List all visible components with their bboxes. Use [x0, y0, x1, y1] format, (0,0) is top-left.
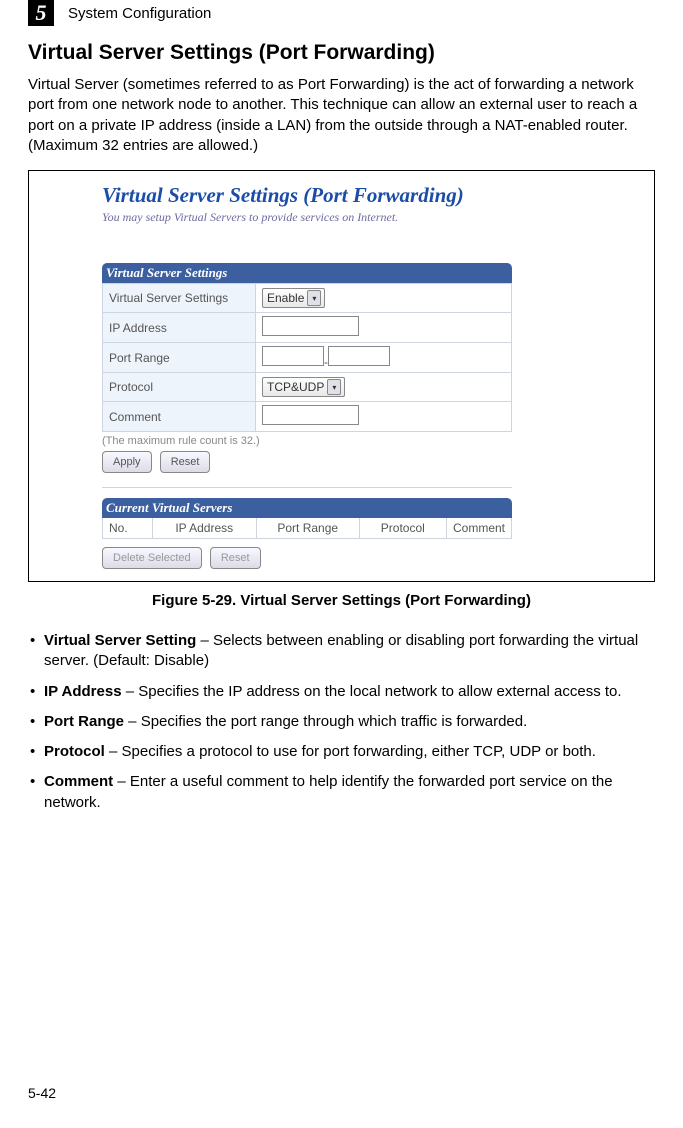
- reset-button-2[interactable]: Reset: [210, 547, 261, 569]
- reset-button[interactable]: Reset: [160, 451, 211, 473]
- section-title: Virtual Server Settings (Port Forwarding…: [28, 41, 655, 65]
- desc-port-range: – Specifies the port range through which…: [124, 713, 527, 730]
- label-protocol: Protocol: [103, 373, 256, 402]
- current-servers-table: No. IP Address Port Range Protocol Comme…: [102, 518, 512, 539]
- desc-protocol: – Specifies a protocol to use for port f…: [105, 743, 596, 760]
- figure-frame: Virtual Server Settings (Port Forwarding…: [28, 170, 655, 582]
- input-comment[interactable]: [262, 405, 359, 425]
- term-port-range: Port Range: [44, 713, 124, 730]
- figure-caption: Figure 5-29. Virtual Server Settings (Po…: [28, 592, 655, 609]
- label-port-range: Port Range: [103, 343, 256, 373]
- desc-comment: – Enter a useful comment to help identif…: [44, 773, 613, 810]
- chapter-number-badge: 5: [28, 0, 54, 26]
- list-item: IP Address – Specifies the IP address on…: [28, 682, 655, 702]
- row-protocol: Protocol TCP&UDP ▾: [103, 373, 512, 402]
- list-item: Protocol – Specifies a protocol to use f…: [28, 742, 655, 762]
- input-port-from[interactable]: [262, 346, 324, 366]
- panel-virtual-server-settings: Virtual Server Settings: [102, 263, 512, 283]
- chevron-down-icon: ▾: [327, 379, 341, 395]
- chapter-header: 5 System Configuration: [28, 0, 655, 26]
- select-protocol-value: TCP&UDP: [267, 380, 324, 394]
- list-item: Comment – Enter a useful comment to help…: [28, 772, 655, 813]
- delete-selected-button[interactable]: Delete Selected: [102, 547, 202, 569]
- note-max-rules: (The maximum rule count is 32.): [102, 435, 636, 447]
- row-ip: IP Address: [103, 313, 512, 343]
- col-port-range: Port Range: [256, 518, 359, 539]
- col-protocol: Protocol: [359, 518, 446, 539]
- term-vss: Virtual Server Setting: [44, 632, 196, 649]
- desc-ip: – Specifies the IP address on the local …: [122, 683, 622, 700]
- figure-title: Virtual Server Settings (Port Forwarding…: [102, 183, 636, 208]
- table-header-row: No. IP Address Port Range Protocol Comme…: [103, 518, 512, 539]
- col-no: No.: [103, 518, 153, 539]
- section-paragraph: Virtual Server (sometimes referred to as…: [28, 75, 655, 156]
- settings-table: Virtual Server Settings Enable ▾ IP Addr…: [102, 283, 512, 432]
- page-number: 5-42: [28, 1085, 56, 1101]
- label-vss: Virtual Server Settings: [103, 284, 256, 313]
- term-protocol: Protocol: [44, 743, 105, 760]
- row-vss: Virtual Server Settings Enable ▾: [103, 284, 512, 313]
- input-ip[interactable]: [262, 316, 359, 336]
- divider: [102, 487, 512, 488]
- bullet-list: Virtual Server Setting – Selects between…: [28, 631, 655, 813]
- list-item: Port Range – Specifies the port range th…: [28, 712, 655, 732]
- chevron-down-icon: ▾: [307, 290, 321, 306]
- label-ip: IP Address: [103, 313, 256, 343]
- select-vss-value: Enable: [267, 291, 304, 305]
- apply-button[interactable]: Apply: [102, 451, 152, 473]
- term-comment: Comment: [44, 773, 113, 790]
- panel-current-virtual-servers: Current Virtual Servers: [102, 498, 512, 518]
- figure-subtitle: You may setup Virtual Servers to provide…: [102, 210, 636, 225]
- select-protocol[interactable]: TCP&UDP ▾: [262, 377, 345, 397]
- label-comment: Comment: [103, 402, 256, 432]
- term-ip: IP Address: [44, 683, 122, 700]
- input-port-to[interactable]: [328, 346, 390, 366]
- chapter-title: System Configuration: [68, 5, 211, 22]
- col-comment: Comment: [446, 518, 511, 539]
- col-ip: IP Address: [152, 518, 256, 539]
- row-port-range: Port Range -: [103, 343, 512, 373]
- row-comment: Comment: [103, 402, 512, 432]
- select-vss[interactable]: Enable ▾: [262, 288, 325, 308]
- list-item: Virtual Server Setting – Selects between…: [28, 631, 655, 672]
